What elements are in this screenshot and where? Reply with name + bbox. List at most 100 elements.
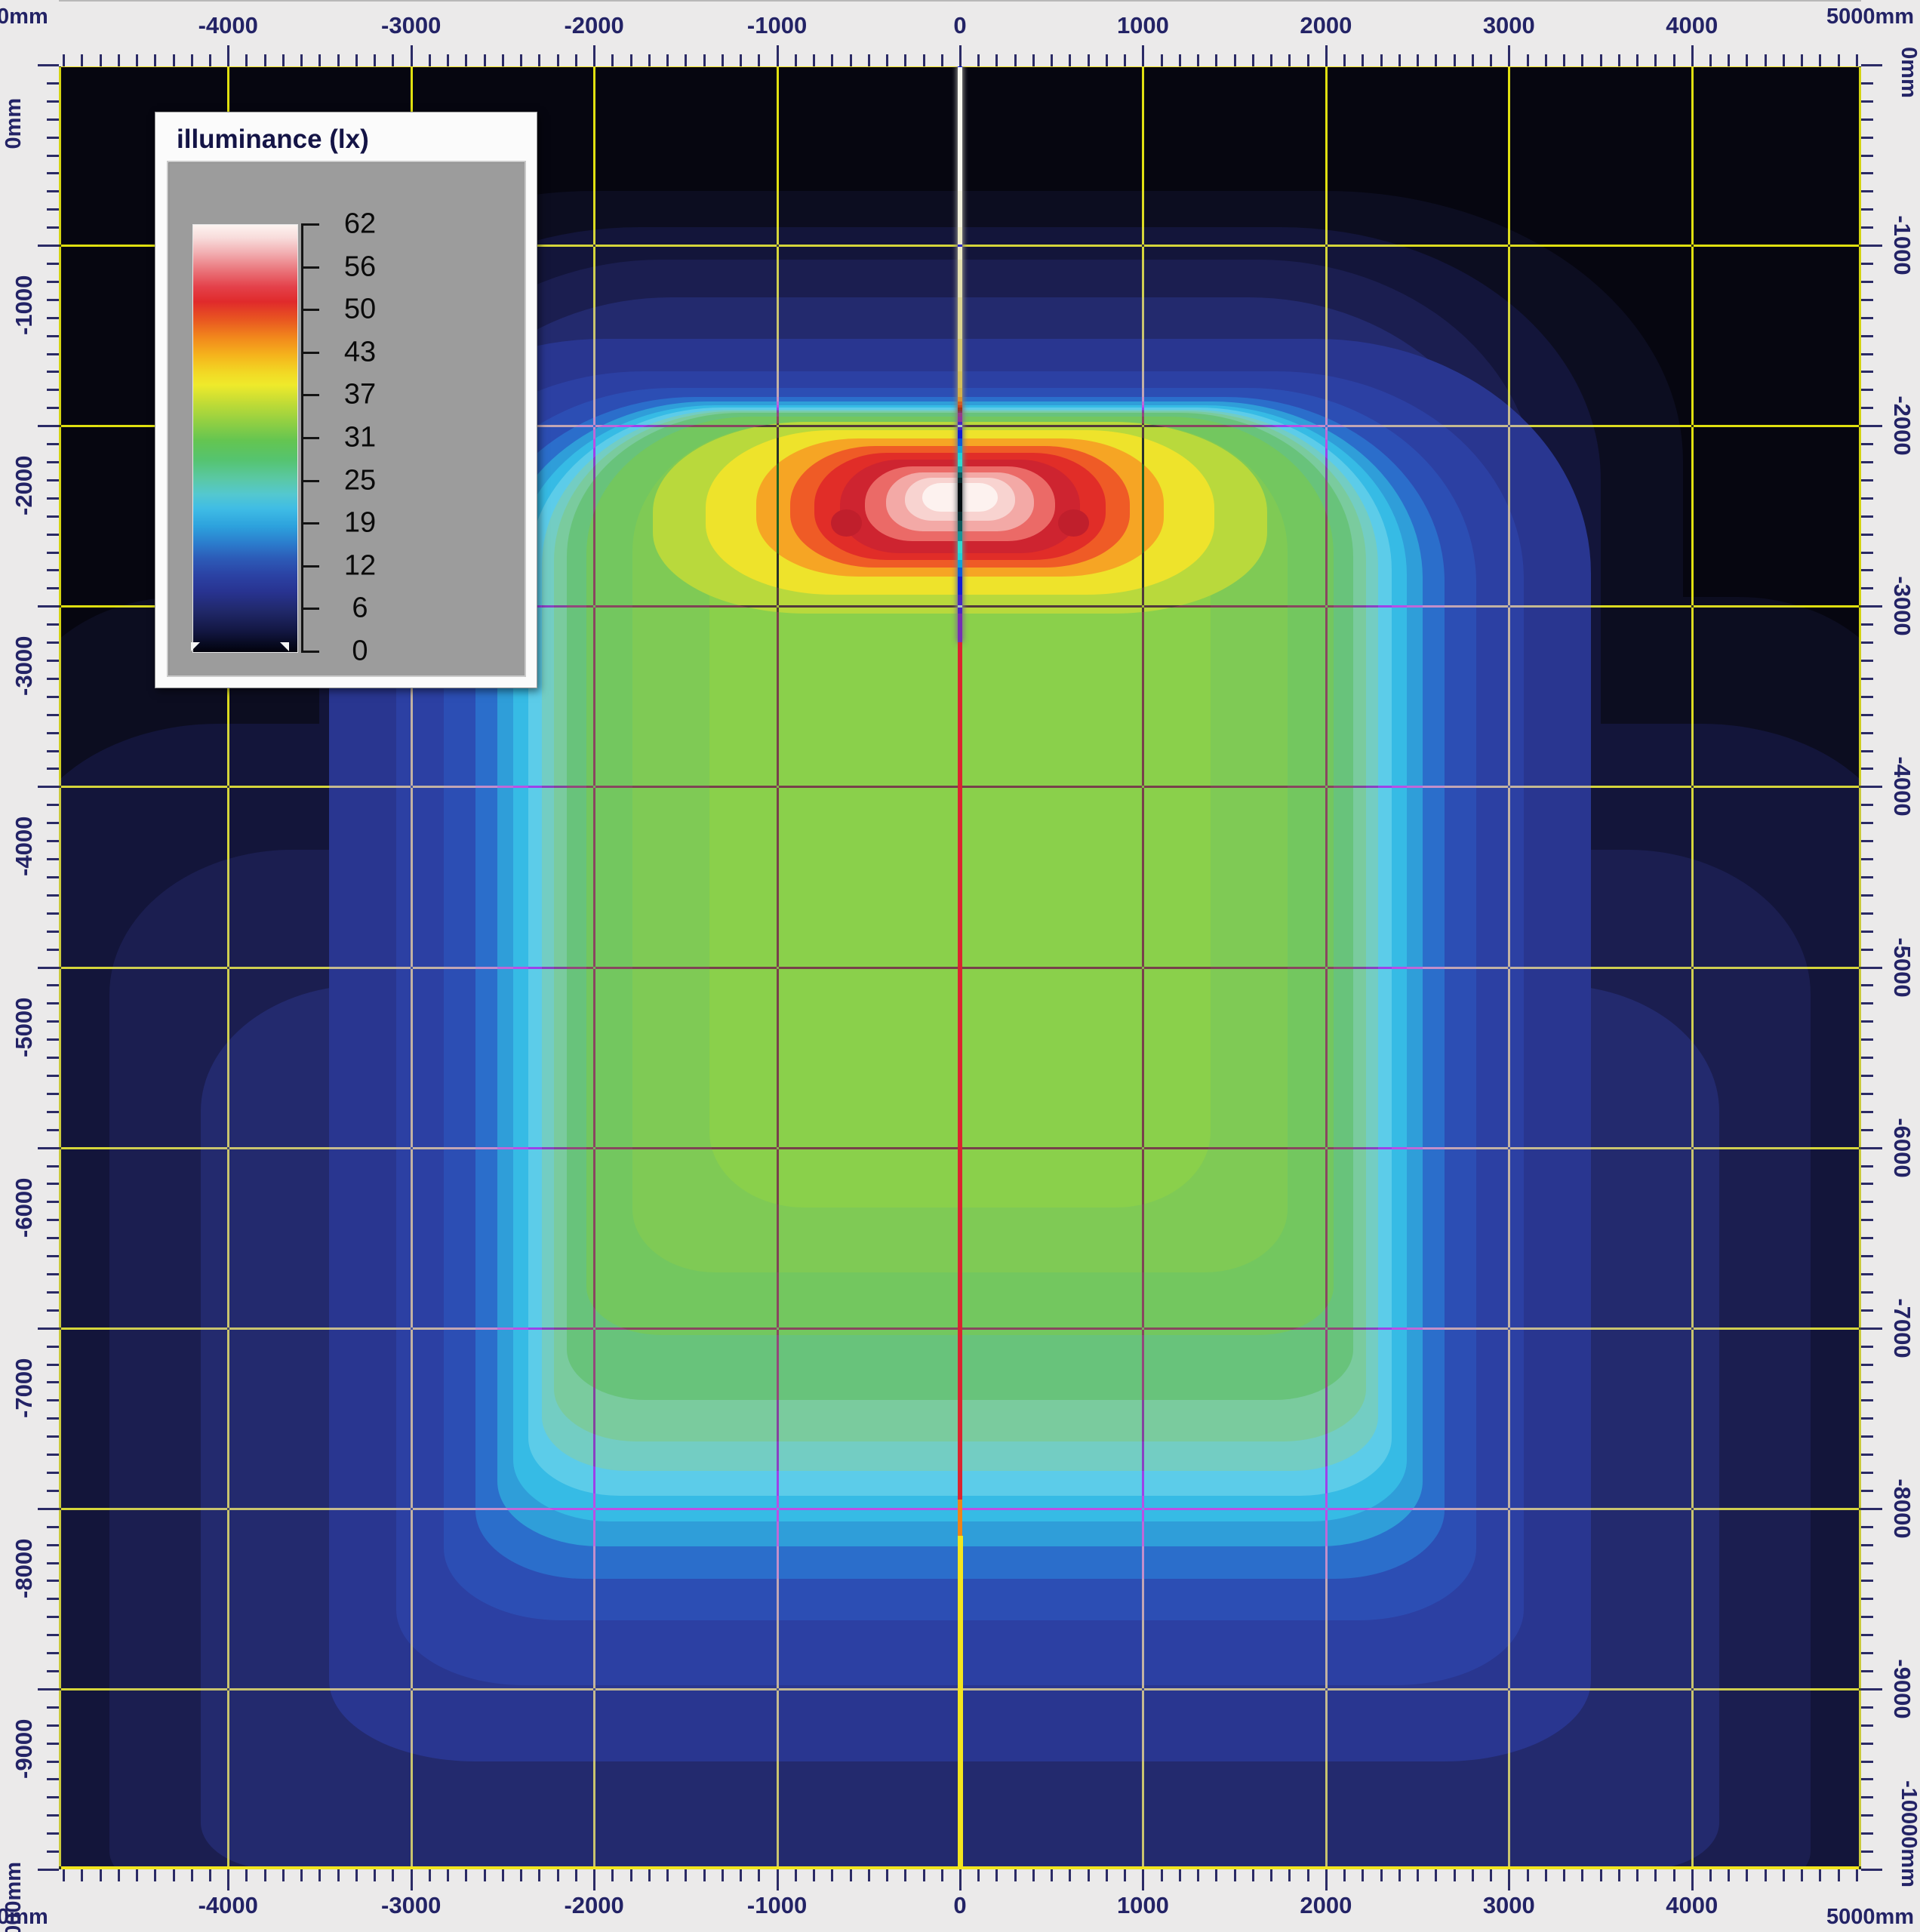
ruler-tick bbox=[1861, 1652, 1873, 1654]
ruler-tick bbox=[411, 45, 413, 66]
ruler-tick bbox=[1142, 1869, 1144, 1890]
ruler-label: -4000 bbox=[1888, 757, 1915, 817]
ruler-tick bbox=[447, 1869, 449, 1881]
ruler-label: 4000 bbox=[1666, 1892, 1718, 1919]
ruler-tick bbox=[191, 54, 193, 66]
ruler-tick bbox=[1142, 45, 1144, 66]
ruler-tick bbox=[47, 660, 59, 662]
ruler-tick bbox=[1380, 1869, 1383, 1881]
ruler-label: -8000 bbox=[11, 1538, 38, 1598]
ruler-tick bbox=[1581, 54, 1583, 66]
ruler-tick bbox=[1654, 54, 1657, 66]
legend-tick-mark bbox=[301, 651, 319, 653]
ruler-tick bbox=[1861, 1093, 1873, 1095]
ruler-tick bbox=[1861, 1399, 1873, 1401]
ruler-tick bbox=[47, 1490, 59, 1492]
ruler-tick bbox=[1861, 1850, 1873, 1853]
ruler-tick bbox=[1861, 515, 1873, 518]
ruler-tick bbox=[1861, 1002, 1873, 1004]
ruler-right: -1000-2000-3000-4000-5000-6000-7000-8000… bbox=[1861, 0, 1920, 1932]
ruler-tick bbox=[1435, 1869, 1437, 1881]
ruler-tick bbox=[1325, 45, 1328, 66]
ruler-tick bbox=[1527, 54, 1529, 66]
ruler-left: -1000-2000-3000-4000-5000-6000-7000-8000… bbox=[0, 0, 59, 1932]
ruler-tick bbox=[47, 371, 59, 373]
ruler-label: -4000 bbox=[198, 1892, 258, 1919]
ruler-tick bbox=[282, 1869, 285, 1881]
ruler-tick bbox=[1861, 569, 1873, 571]
ruler-tick bbox=[47, 822, 59, 824]
ruler-label: -3000 bbox=[381, 1892, 441, 1919]
ruler-tick bbox=[1861, 894, 1873, 897]
ruler-tick bbox=[1618, 1869, 1620, 1881]
ruler-tick bbox=[1490, 54, 1492, 66]
ruler-tick bbox=[47, 1093, 59, 1095]
legend-slider-marker bbox=[280, 642, 289, 651]
ruler-tick bbox=[1051, 54, 1053, 66]
ruler-tick bbox=[47, 100, 59, 103]
ruler-tick bbox=[47, 623, 59, 626]
ruler-tick bbox=[959, 1869, 962, 1890]
ruler-tick bbox=[1861, 732, 1873, 734]
ruler-tick bbox=[47, 804, 59, 806]
ruler-tick bbox=[977, 1869, 980, 1881]
legend-window[interactable]: illuminance (lx) 62565043373125191260 bbox=[155, 112, 537, 688]
ruler-tick bbox=[47, 1219, 59, 1221]
center-axis-segment bbox=[958, 65, 962, 642]
ruler-tick bbox=[282, 54, 285, 66]
ruler-tick bbox=[1673, 1869, 1675, 1881]
ruler-tick bbox=[38, 1869, 59, 1871]
ruler-tick bbox=[47, 1670, 59, 1672]
ruler-tick bbox=[47, 1850, 59, 1853]
ruler-tick bbox=[1861, 1183, 1873, 1185]
ruler-tick bbox=[1861, 1688, 1882, 1690]
ruler-tick bbox=[1508, 45, 1510, 66]
ruler-tick bbox=[47, 696, 59, 698]
ruler-tick bbox=[923, 1869, 925, 1881]
ruler-tick bbox=[47, 1544, 59, 1546]
ruler-tick bbox=[1270, 54, 1272, 66]
ruler-tick bbox=[47, 1652, 59, 1654]
ruler-tick bbox=[1051, 1869, 1053, 1881]
ruler-tick bbox=[47, 389, 59, 391]
application-window: { "legend": { "title": "illuminance (lx)… bbox=[0, 0, 1920, 1932]
ruler-tick bbox=[502, 1869, 504, 1881]
ruler-tick bbox=[959, 45, 962, 66]
ruler-tick bbox=[1861, 552, 1873, 554]
ruler-tick bbox=[1861, 1634, 1873, 1636]
ruler-tick bbox=[429, 1869, 431, 1881]
ruler-tick bbox=[1861, 1201, 1873, 1203]
ruler-tick bbox=[1861, 949, 1873, 951]
ruler-label: 0 bbox=[953, 1892, 966, 1919]
ruler-tick bbox=[1032, 54, 1035, 66]
ruler-tick bbox=[374, 54, 376, 66]
plot-edge-left bbox=[59, 65, 61, 1869]
ruler-tick bbox=[611, 54, 614, 66]
ruler-tick bbox=[47, 1273, 59, 1275]
ruler-tick bbox=[1861, 822, 1873, 824]
ruler-tick bbox=[47, 1237, 59, 1239]
ruler-tick bbox=[1861, 1038, 1873, 1041]
ruler-tick bbox=[47, 912, 59, 915]
ruler-tick bbox=[1861, 1670, 1873, 1672]
ruler-tick bbox=[300, 1869, 303, 1881]
ruler-tick bbox=[1861, 1761, 1873, 1763]
ruler-tick bbox=[1343, 54, 1346, 66]
ruler-tick bbox=[648, 54, 651, 66]
ruler-tick bbox=[47, 1129, 59, 1131]
legend-tick-mark bbox=[301, 266, 319, 269]
ruler-tick bbox=[47, 931, 59, 933]
ruler-tick bbox=[136, 1869, 138, 1881]
ruler-tick bbox=[1069, 54, 1071, 66]
ruler-tick bbox=[1861, 1273, 1873, 1275]
center-axis-segment bbox=[958, 1536, 963, 1869]
ruler-tick bbox=[81, 1869, 83, 1881]
ruler-tick bbox=[245, 1869, 248, 1881]
ruler-tick bbox=[1709, 54, 1712, 66]
ruler-tick bbox=[1861, 1147, 1882, 1149]
ruler-tick bbox=[47, 1002, 59, 1004]
ruler-tick bbox=[1417, 1869, 1419, 1881]
ruler-tick bbox=[1861, 497, 1873, 500]
ruler-tick bbox=[47, 155, 59, 157]
ruler-tick bbox=[575, 54, 577, 66]
